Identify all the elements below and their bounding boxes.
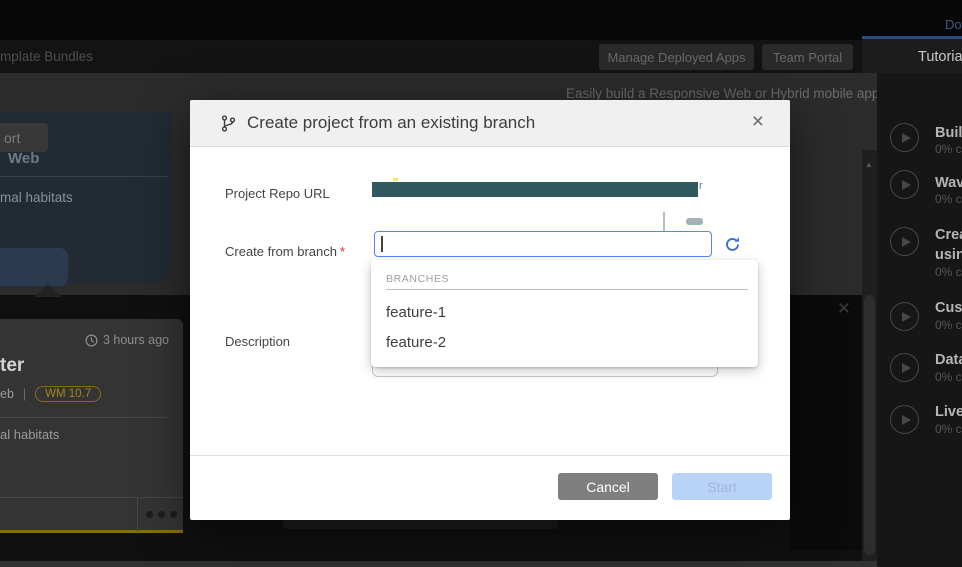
tutorial-progress: 0% co bbox=[935, 422, 962, 436]
hero-tagline: Easily build a Responsive Web or Hybrid … bbox=[566, 86, 883, 101]
project-title: ter bbox=[0, 355, 24, 377]
top-header-bar: Do bbox=[0, 0, 962, 40]
play-icon bbox=[902, 363, 911, 373]
team-portal-button[interactable]: Team Portal bbox=[762, 44, 853, 70]
docs-link[interactable]: Do bbox=[945, 17, 962, 32]
close-icon[interactable]: × bbox=[752, 109, 764, 134]
background-element bbox=[283, 520, 558, 529]
branch-input[interactable] bbox=[374, 231, 712, 257]
play-button[interactable] bbox=[890, 302, 919, 331]
play-icon bbox=[902, 180, 911, 190]
highlight-artifact bbox=[393, 178, 398, 181]
dropdown-divider bbox=[386, 289, 748, 290]
close-icon[interactable]: × bbox=[838, 297, 850, 321]
menu-divider bbox=[0, 176, 168, 177]
repo-url-selected-text[interactable] bbox=[372, 182, 698, 197]
scroll-artifact bbox=[663, 212, 665, 233]
import-button[interactable]: ort bbox=[0, 123, 48, 152]
branches-dropdown: BRANCHES feature-1 feature-2 bbox=[371, 260, 758, 367]
play-icon bbox=[902, 237, 911, 247]
play-button[interactable] bbox=[890, 123, 919, 152]
play-button[interactable] bbox=[890, 405, 919, 434]
tutorial-progress: 0% co bbox=[935, 318, 962, 332]
cancel-button[interactable]: Cancel bbox=[558, 473, 658, 500]
branch-option-feature-2[interactable]: feature-2 bbox=[386, 334, 446, 351]
project-timestamp: 3 hours ago bbox=[85, 333, 169, 347]
scrollbar-thumb[interactable] bbox=[864, 295, 875, 555]
version-badge: WM 10.7 bbox=[35, 386, 101, 402]
play-button[interactable] bbox=[890, 353, 919, 382]
footer-divider bbox=[137, 498, 138, 531]
manage-deployed-apps-button[interactable]: Manage Deployed Apps bbox=[599, 44, 754, 70]
tutorial-progress: 0% co bbox=[935, 142, 962, 156]
repo-url-label: Project Repo URL bbox=[225, 186, 330, 201]
card-footer bbox=[0, 497, 183, 530]
play-icon bbox=[902, 312, 911, 322]
meta-separator: | bbox=[23, 387, 26, 401]
project-meta-row: eb | WM 10.7 bbox=[0, 386, 101, 402]
background-overlay-panel: × bbox=[790, 295, 862, 550]
tutorial-progress: 0% co bbox=[935, 192, 962, 206]
start-button[interactable]: Start bbox=[672, 473, 772, 500]
project-description: al habitats bbox=[0, 427, 59, 442]
app-screen: Do mplate Bundles Manage Deployed Apps T… bbox=[0, 0, 962, 567]
clock-icon bbox=[85, 334, 98, 347]
branch-option-feature-1[interactable]: feature-1 bbox=[386, 304, 446, 321]
dialog-footer: Cancel Start bbox=[190, 455, 790, 520]
tutorial-title: Build bbox=[935, 125, 962, 141]
play-icon bbox=[902, 133, 911, 143]
secondary-header-bar: mplate Bundles Manage Deployed Apps Team… bbox=[0, 40, 877, 73]
project-platform: eb bbox=[0, 387, 14, 401]
dialog-title: Create project from an existing branch bbox=[247, 113, 535, 133]
tutorial-sidebar: Build 0% co Wave 0% co Crea using 0% co … bbox=[877, 73, 962, 567]
play-button[interactable] bbox=[890, 227, 919, 256]
branch-field-label: Create from branch* bbox=[225, 244, 345, 259]
tab-tutorial[interactable]: Tutorial bbox=[862, 36, 962, 73]
scroll-artifact bbox=[686, 218, 703, 225]
git-branch-icon bbox=[221, 115, 236, 132]
play-button[interactable] bbox=[890, 170, 919, 199]
tutorial-title-line2: using bbox=[935, 247, 962, 263]
tutorial-title: Wave bbox=[935, 175, 962, 191]
description-label: Description bbox=[225, 334, 290, 349]
template-bundles-tab[interactable]: mplate Bundles bbox=[0, 49, 93, 64]
project-card-popover: 3 hours ago ter eb | WM 10.7 al habitats bbox=[0, 319, 183, 533]
selected-menu-item[interactable] bbox=[0, 248, 68, 286]
page-scrollbar[interactable]: ▲ bbox=[862, 150, 877, 561]
refresh-icon[interactable] bbox=[724, 236, 741, 253]
text-caret bbox=[381, 236, 383, 252]
tutorial-progress: 0% co bbox=[935, 265, 962, 279]
dialog-header: Create project from an existing branch bbox=[190, 100, 790, 147]
tutorial-title: Live bbox=[935, 404, 962, 420]
create-project-dialog: Create project from an existing branch ×… bbox=[190, 100, 790, 520]
tutorial-title: Crea bbox=[935, 227, 962, 243]
timestamp-text: 3 hours ago bbox=[103, 333, 169, 347]
scroll-up-icon[interactable]: ▲ bbox=[865, 160, 873, 169]
popover-arrow bbox=[34, 284, 62, 297]
required-asterisk: * bbox=[340, 244, 345, 259]
bottom-bar bbox=[0, 561, 877, 567]
tab-tutorial-label: Tutorial bbox=[918, 49, 962, 65]
tutorial-title: Cust bbox=[935, 300, 962, 316]
dropdown-group-header: BRANCHES bbox=[386, 273, 449, 285]
tutorial-title: Data bbox=[935, 352, 962, 368]
more-horizontal-icon[interactable] bbox=[146, 511, 177, 518]
platform-section-label: Web bbox=[8, 150, 39, 167]
card-divider bbox=[0, 417, 168, 418]
play-icon bbox=[902, 415, 911, 425]
project-menu-item[interactable]: mal habitats bbox=[0, 190, 73, 205]
repo-url-tail: r bbox=[699, 180, 703, 192]
tutorial-progress: 0% co bbox=[935, 370, 962, 384]
